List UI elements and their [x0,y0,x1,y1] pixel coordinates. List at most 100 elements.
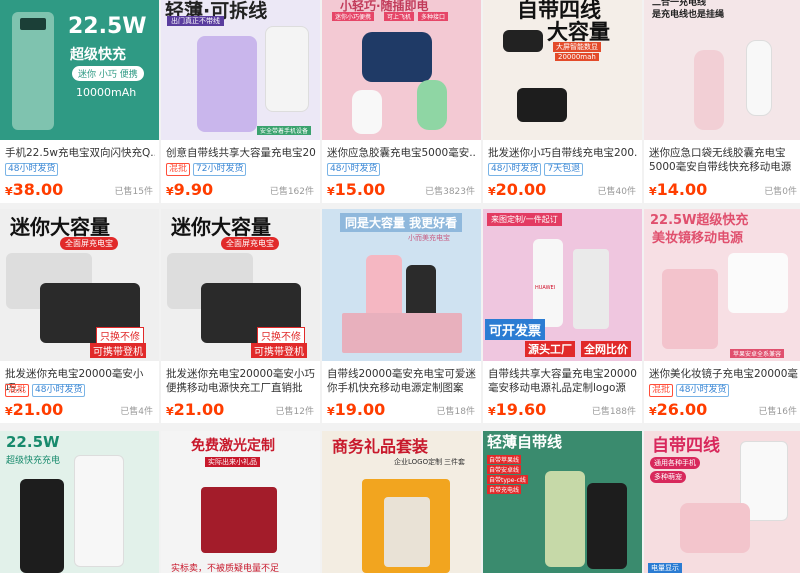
image-text: 10000mAh [76,86,137,99]
currency-symbol: ¥ [166,185,174,198]
image-text: 迷你大容量 [10,215,110,239]
product-card[interactable]: 22.5W 超级快充 迷你 小巧 便携 10000mAh 手机22.5w充电宝双… [0,0,159,203]
currency-symbol: ¥ [327,405,335,418]
tag-shipping: 48小时发货 [676,384,730,397]
powerbank-shape [573,249,609,329]
product-title[interactable]: 批发迷你小巧自带线充电宝200... [488,146,638,160]
price: ¥26.00 [649,400,707,419]
sold-count: 已售16件 [758,407,797,417]
display-shape [20,18,46,30]
product-image[interactable]: 商务礼品套装 企业LOGO定制 三件套 [322,431,481,573]
product-card[interactable]: 商务礼品套装 企业LOGO定制 三件套 [322,431,481,573]
product-title[interactable]: 迷你应急胶囊充电宝5000毫安... [327,146,477,160]
product-image[interactable]: 轻薄自带线 自带苹果线 自带安卓线 自带type-c线 自带充电线 [483,431,642,573]
image-text: 苹果安卓全系兼容 [730,349,785,358]
product-title[interactable]: 迷你应急口袋无线胶囊充电宝5000毫安自带线快充移动电源批发 [649,146,799,174]
product-title[interactable]: 批发迷你充电宝20000毫安小巧便携移动电源快充工厂直销批发... [166,367,316,395]
product-card[interactable]: 自带四线 通用各种手机 多种萌宠 电量显示 [644,431,800,573]
product-image[interactable]: 二合一充电线 是充电线也是挂绳 [644,0,800,140]
image-text: 三件套 [444,458,465,466]
image-text: 是充电线也是挂绳 [652,10,725,20]
tags: 混批 48小时发货 [5,384,86,397]
product-image[interactable]: 来图定制/一件起订 HUAWEI 可开发票 源头工厂 全网比价 [483,209,642,361]
product-card[interactable]: 22.5W超级快充 美妆镜移动电源 苹果安卓全系兼容 迷你美化妆镜子充电宝200… [644,209,800,423]
image-text: 自带苹果线 [487,455,522,464]
powerbank-shape [587,483,627,569]
image-text: 22.5W [68,14,147,39]
price: ¥19.60 [488,400,546,419]
product-card[interactable]: 二合一充电线 是充电线也是挂绳 迷你应急口袋无线胶囊充电宝5000毫安自带线快充… [644,0,800,203]
sold-count: 已售40件 [597,187,636,197]
image-text: 大屏智能数显 [553,42,601,52]
product-card[interactable]: 同是大容量 我更好看 小而美充电宝 自带线20000毫安充电宝可爱迷你手机快充移… [322,209,481,423]
image-text: 自带安卓线 [487,465,522,474]
image-text: 安全带着手机设备 [257,126,312,135]
tags: 48小时发货 7天包退 [488,163,584,176]
image-text: 迷你 小巧 便携 [72,66,144,81]
product-image[interactable]: 同是大容量 我更好看 小而美充电宝 [322,209,481,361]
product-card[interactable]: 迷你大容量 全面屏充电宝 只换不修 可携带登机 批发迷你充电宝20000毫安小巧… [0,209,159,423]
image-text: 同是大容量 我更好看 [340,213,463,232]
product-card[interactable]: 自带四线 大容量 大屏智能数显 20000mah 批发迷你小巧自带线充电宝200… [483,0,642,203]
product-card[interactable]: 来图定制/一件起订 HUAWEI 可开发票 源头工厂 全网比价 自带线共享大容量… [483,209,642,423]
sold-count: 已售3823件 [425,187,475,197]
product-card[interactable]: 轻薄自带线 自带苹果线 自带安卓线 自带type-c线 自带充电线 [483,431,642,573]
product-image[interactable]: 自带四线 通用各种手机 多种萌宠 电量显示 [644,431,800,573]
tag-wholesale: 混批 [649,384,674,397]
powerbank-shape [517,88,567,122]
product-image[interactable]: 22.5W 超级快充 迷你 小巧 便携 10000mAh [0,0,159,140]
sold-count: 已售4件 [120,407,153,417]
price: ¥19.00 [327,400,385,419]
product-title[interactable]: 手机22.5w充电宝双向闪快充Q... [5,146,155,160]
tag-wholesale: 混批 [5,384,30,397]
powerbank-shape [728,253,788,313]
sold-count: 已售0件 [764,187,797,197]
product-image[interactable]: 22.5W超级快充 美妆镜移动电源 苹果安卓全系兼容 [644,209,800,361]
product-image[interactable]: 小轻巧·随插即电 迷你小巧便携 可上飞机 多种接口 [322,0,481,140]
product-image[interactable]: 迷你大容量 全面屏充电宝 只换不修 可携带登机 [161,209,320,361]
product-image[interactable]: 轻薄·可拆线 出门真正不带线 安全带着手机设备 [161,0,320,140]
image-text: 可开发票 [485,319,546,340]
image-text: 实际出来小礼品 [205,457,260,467]
price-value: 19.00 [334,400,386,419]
product-title[interactable]: 自带线20000毫安充电宝可爱迷你手机快充移动电源定制图案logo [327,367,477,395]
product-title[interactable]: 创意自带线共享大容量充电宝20... [166,146,316,160]
image-text: 迷你小巧便携 [332,12,375,21]
image-text: 22.5W超级快充 [650,213,749,228]
product-grid: 22.5W 超级快充 迷你 小巧 便携 10000mAh 手机22.5w充电宝双… [0,0,800,573]
image-text: 源头工厂 [525,341,575,357]
product-image[interactable]: 22.5W 超级快充充电 [0,431,159,573]
tag-shipping: 48小时发货 [488,163,542,176]
powerbank-shape [20,479,64,573]
product-title[interactable]: 自带线共享大容量充电宝20000毫安移动电源礼品定制logo源头... [488,367,638,395]
price-value: 21.00 [12,400,64,419]
tags: 48小时发货 [327,163,381,176]
powerbank-shape [74,455,124,567]
image-text: 自带type-c线 [487,475,528,484]
product-image[interactable]: 自带四线 大容量 大屏智能数显 20000mah [483,0,642,140]
product-card[interactable]: 22.5W 超级快充充电 [0,431,159,573]
currency-symbol: ¥ [5,405,13,418]
image-text: 通用各种手机 [650,457,700,469]
product-title[interactable]: 迷你美化妆镜子充电宝20000毫... [649,367,799,381]
product-image[interactable]: 迷你大容量 全面屏充电宝 只换不修 可携带登机 [0,209,159,361]
price: ¥14.00 [649,180,707,199]
currency-symbol: ¥ [488,405,496,418]
image-text: 免费激光定制 [191,438,275,454]
powerbank-shape [746,40,772,116]
product-card[interactable]: 轻薄·可拆线 出门真正不带线 安全带着手机设备 创意自带线共享大容量充电宝20.… [161,0,320,203]
product-card[interactable]: 免费激光定制 实际出来小礼品 实标卖，不被质疑电量不足 [161,431,320,573]
product-card[interactable]: 迷你大容量 全面屏充电宝 只换不修 可携带登机 批发迷你充电宝20000毫安小巧… [161,209,320,423]
image-text: HUAWEI [535,285,556,291]
price: ¥38.00 [5,180,63,199]
tags: 48小时发货 [5,163,59,176]
product-card[interactable]: 小轻巧·随插即电 迷你小巧便携 可上飞机 多种接口 迷你应急胶囊充电宝5000毫… [322,0,481,203]
price-value: 9.90 [173,180,214,199]
image-text: 超级快充 [70,47,126,63]
price-value: 38.00 [12,180,64,199]
image-text: 可上飞机 [384,12,415,21]
product-image[interactable]: 免费激光定制 实际出来小礼品 实标卖，不被质疑电量不足 [161,431,320,573]
powerbank-shape [503,30,543,52]
image-text: 自带四线 [652,436,720,456]
image-text: 可携带登机 [251,343,307,358]
